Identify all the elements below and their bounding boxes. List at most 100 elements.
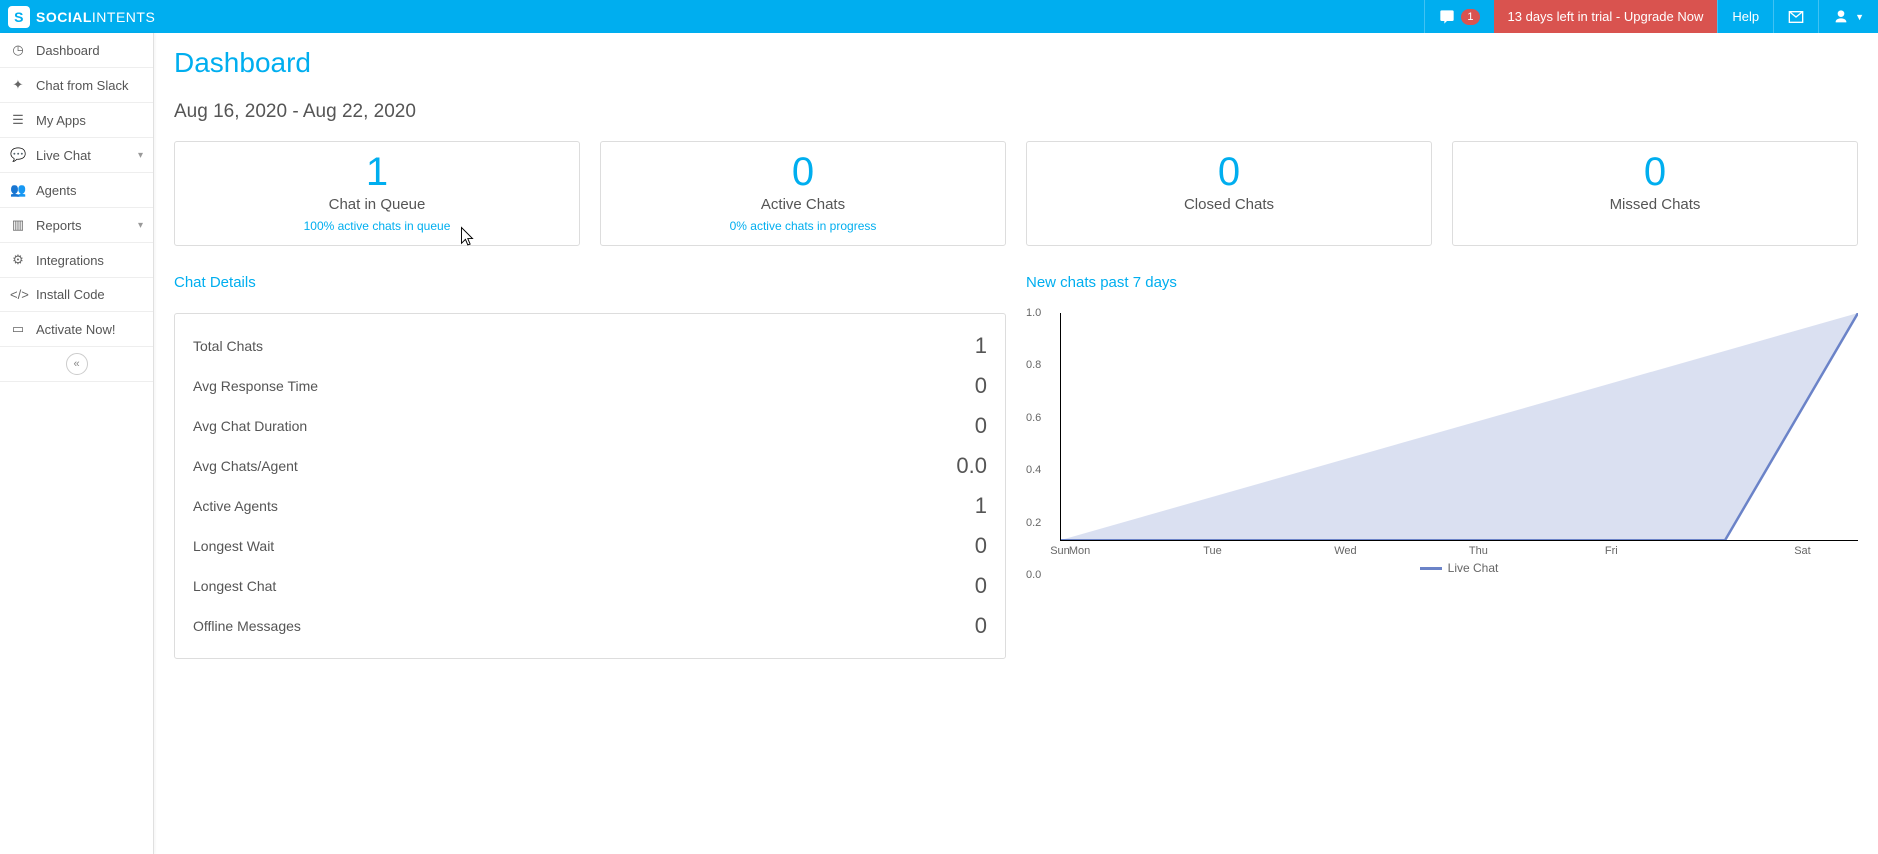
card-label: Missed Chats [1453, 196, 1857, 213]
detail-row: Avg Chat Duration 0 [193, 406, 987, 446]
detail-key: Active Agents [193, 498, 278, 514]
detail-key: Avg Chats/Agent [193, 458, 298, 474]
sidebar-item-label: Chat from Slack [36, 78, 128, 93]
sidebar-item-my-apps[interactable]: ☰ My Apps [0, 103, 153, 138]
detail-value: 1 [975, 333, 987, 359]
sidebar-item-live-chat[interactable]: 💬 Live Chat ▾ [0, 138, 153, 173]
sidebar-item-activate-now[interactable]: ▭ Activate Now! [0, 312, 153, 347]
help-button[interactable]: Help [1717, 0, 1773, 33]
detail-key: Avg Chat Duration [193, 418, 307, 434]
card-value: 0 [601, 152, 1005, 192]
chat-bubble-icon [1439, 9, 1455, 25]
x-tick: Fri [1545, 545, 1678, 557]
brand[interactable]: S SOCIALINTENTS [0, 0, 155, 33]
x-tick: Sat [1678, 545, 1811, 557]
detail-key: Longest Chat [193, 578, 276, 594]
card-label: Active Chats [601, 196, 1005, 213]
x-tick: Wed [1279, 545, 1412, 557]
sidebar-collapse-button[interactable]: « [0, 347, 153, 382]
detail-value: 0 [975, 573, 987, 599]
sidebar-item-agents[interactable]: 👥 Agents [0, 173, 153, 208]
upgrade-text: 13 days left in trial - Upgrade Now [1508, 9, 1704, 24]
brand-strong: SOCIAL [36, 9, 92, 25]
card-label: Chat in Queue [175, 196, 579, 213]
summary-cards: 1 Chat in Queue 100% active chats in que… [174, 141, 1858, 246]
detail-row: Total Chats 1 [193, 326, 987, 366]
sidebar-item-label: Live Chat [36, 148, 91, 163]
sidebar-item-integrations[interactable]: ⚙ Integrations [0, 243, 153, 278]
chevron-down-icon: ▾ [138, 150, 143, 161]
credit-card-icon: ▭ [10, 321, 26, 337]
notification-badge: 1 [1461, 9, 1479, 25]
chat-details-box: Total Chats 1 Avg Response Time0 Avg Chat… [174, 313, 1006, 659]
card-value: 0 [1027, 152, 1431, 192]
sidebar-item-label: Install Code [36, 287, 105, 302]
sidebar-item-chat-from-slack[interactable]: ✦ Chat from Slack [0, 68, 153, 103]
detail-row: Avg Chats/Agent0.0 [193, 446, 987, 486]
user-icon [1833, 9, 1849, 25]
chat-details-title: Chat Details [174, 274, 1006, 291]
chart-column: New chats past 7 days 1.0 0.8 0.6 0.4 0.… [1026, 274, 1858, 575]
card-missed-chats[interactable]: 0 Missed Chats [1452, 141, 1858, 246]
detail-row: Avg Response Time0 [193, 366, 987, 406]
detail-row: Longest Wait 0 [193, 526, 987, 566]
x-tick: Mon [1013, 545, 1146, 557]
gear-icon: ⚙ [10, 252, 26, 268]
bar-chart-icon: ▥ [10, 217, 26, 233]
detail-value: 0 [975, 533, 987, 559]
card-value: 1 [175, 152, 579, 192]
sidebar-item-label: My Apps [36, 113, 86, 128]
chevron-down-icon: ▾ [138, 220, 143, 231]
card-closed-chats[interactable]: 0 Closed Chats [1026, 141, 1432, 246]
topbar: S SOCIALINTENTS 1 13 days left in trial … [0, 0, 1878, 33]
sidebar-item-label: Agents [36, 183, 76, 198]
comments-icon: 💬 [10, 147, 26, 163]
legend-label: Live Chat [1448, 561, 1499, 575]
code-icon: </> [10, 287, 26, 302]
card-sub: 100% active chats in queue [175, 219, 579, 233]
user-menu-button[interactable]: ▼ [1818, 0, 1878, 33]
y-tick: 0.8 [1026, 359, 1041, 371]
puzzle-icon: ✦ [10, 77, 26, 93]
chart: 1.0 0.8 0.6 0.4 0.2 0.0 Sun Mon Tue [1026, 313, 1858, 575]
tachometer-icon: ◷ [10, 42, 26, 58]
notifications-button[interactable]: 1 [1424, 0, 1493, 33]
legend-swatch [1420, 567, 1442, 570]
detail-value: 0 [975, 373, 987, 399]
brand-logo-icon: S [8, 6, 30, 28]
sidebar-item-dashboard[interactable]: ◷ Dashboard [0, 33, 153, 68]
chat-details-column: Chat Details Total Chats 1 Avg Response T… [174, 274, 1006, 659]
date-range: Aug 16, 2020 - Aug 22, 2020 [174, 101, 1858, 123]
card-label: Closed Chats [1027, 196, 1431, 213]
chart-legend: Live Chat [1060, 561, 1858, 575]
detail-key: Offline Messages [193, 618, 301, 634]
detail-row: Longest Chat 0 [193, 566, 987, 606]
sidebar-item-label: Integrations [36, 253, 104, 268]
plot-area [1060, 313, 1858, 541]
sidebar-item-label: Activate Now! [36, 322, 115, 337]
sidebar-item-reports[interactable]: ▥ Reports ▾ [0, 208, 153, 243]
help-label: Help [1732, 9, 1759, 24]
sidebar-item-label: Dashboard [36, 43, 100, 58]
line-series [1061, 313, 1858, 540]
mail-button[interactable] [1773, 0, 1818, 33]
detail-row: Active Agents 1 [193, 486, 987, 526]
card-chat-in-queue[interactable]: 1 Chat in Queue 100% active chats in que… [174, 141, 580, 246]
envelope-icon [1788, 9, 1804, 25]
sidebar-item-install-code[interactable]: </> Install Code [0, 278, 153, 312]
card-sub: 0% active chats in progress [601, 219, 1005, 233]
y-tick: 0.6 [1026, 412, 1041, 424]
card-value: 0 [1453, 152, 1857, 192]
x-tick: Thu [1412, 545, 1545, 557]
card-active-chats[interactable]: 0 Active Chats 0% active chats in progre… [600, 141, 1006, 246]
y-tick: 0.2 [1026, 517, 1041, 529]
detail-value: 0 [975, 613, 987, 639]
detail-value: 1 [975, 493, 987, 519]
sidebar: ◷ Dashboard ✦ Chat from Slack ☰ My Apps … [0, 33, 154, 854]
y-tick: 0.4 [1026, 464, 1041, 476]
detail-value: 0 [975, 413, 987, 439]
upgrade-button[interactable]: 13 days left in trial - Upgrade Now [1494, 0, 1718, 33]
detail-key: Total Chats [193, 338, 263, 354]
users-icon: 👥 [10, 182, 26, 198]
detail-key: Longest Wait [193, 538, 274, 554]
